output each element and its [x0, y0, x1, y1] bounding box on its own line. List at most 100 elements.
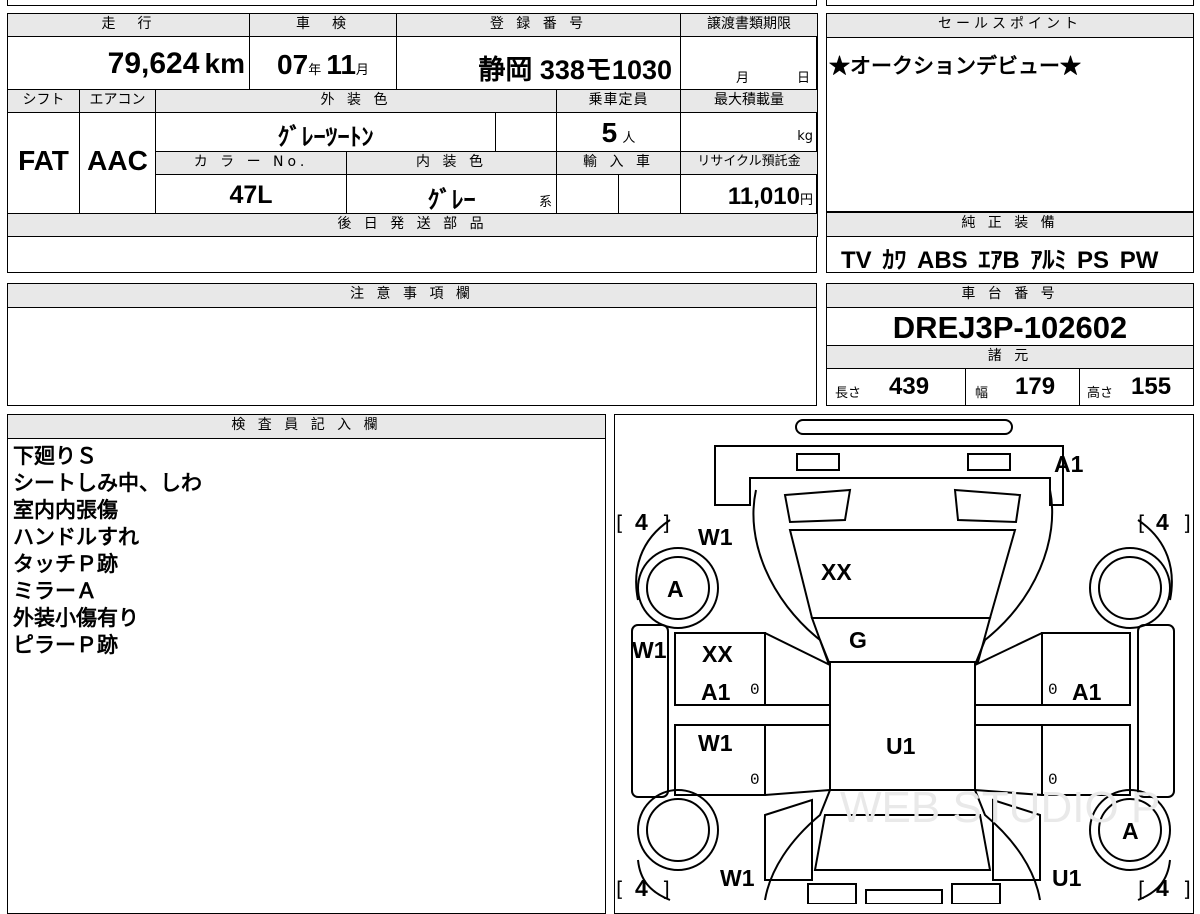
mark-rear-left: W1: [720, 865, 755, 891]
recycle-value: 11,010: [727, 183, 800, 210]
mark-rear-bumper: A1: [1054, 451, 1084, 477]
inspector-label: 検 査 員 記 入 欄: [8, 415, 605, 439]
shift-label: シフト: [7, 89, 80, 113]
chassis-label: 車 台 番 号: [827, 284, 1193, 308]
mark-left-front-door-1: XX: [702, 641, 733, 667]
wheel-front-left-outer: [637, 789, 719, 871]
import-cell-2: [618, 174, 681, 214]
ac-label: エアコン: [79, 89, 156, 113]
watermark: WEB STUDIO P: [840, 783, 1160, 832]
capacity-cell: 5 人: [556, 112, 681, 152]
mark-tire-front-right: 4: [1156, 875, 1169, 901]
rear-glass-right: [953, 488, 1022, 524]
exterior-color-extra: [495, 112, 557, 152]
car-diagram-box: WEB STUDIO P A1 4 4 4 4 A A W1 XX G W1 X…: [614, 414, 1194, 914]
color-no-label: カ ラ ー No.: [155, 151, 347, 175]
mark-left-fender: W1: [632, 637, 667, 663]
inspector-line: ピラーＰ跡: [13, 633, 118, 657]
interior-color-suffix: 系: [538, 195, 552, 210]
left-door-link-2: [764, 789, 831, 796]
notes-label: 注 意 事 項 欄: [8, 284, 816, 308]
transfer-day-unit: 日: [797, 71, 811, 86]
windshield: [810, 617, 992, 663]
inspection-year-unit: 年: [308, 63, 322, 78]
mark-left-rear-door: W1: [698, 730, 733, 756]
mark-zero-right-2: 0: [1048, 771, 1058, 789]
front-bumper-left: [807, 883, 857, 904]
bracket-open-rl: [: [616, 511, 624, 535]
mark-wheel-front-right: A: [1122, 818, 1139, 844]
chassis-value: DREJ3P-102602: [892, 310, 1128, 345]
registration-label: 登 録 番 号: [396, 13, 681, 37]
mark-zero-left-2: 0: [750, 771, 760, 789]
bracket-open-fr: [: [1138, 877, 1146, 901]
exterior-color-cell: ｸﾞﾚｰﾂｰﾄﾝ: [155, 112, 496, 152]
bracket-close-rl: ]: [662, 511, 670, 535]
transfer-month-unit: 月: [736, 71, 750, 86]
mileage-unit: km: [204, 48, 245, 79]
inspector-line: シートしみ中、しわ: [13, 471, 202, 495]
wheel-rear-right-inner: [1098, 556, 1162, 620]
shift-cell: FAT: [7, 112, 80, 214]
mark-tire-front-left: 4: [635, 875, 648, 901]
interior-color-label: 内 装 色: [346, 151, 557, 175]
front-bumper-center: [865, 889, 943, 904]
genuine-equipment-items: TV ｶﾜ ABS ｴｱB ｱﾙﾐ PS PW: [841, 247, 1159, 274]
genuine-equipment-label: 純 正 装 備: [827, 213, 1193, 237]
inspector-line: ハンドルすれ: [13, 525, 139, 549]
length-label: 長さ: [835, 386, 862, 401]
front-left-wedge: [764, 798, 813, 881]
inspection-month: 11: [326, 49, 356, 80]
bracket-close-rr: ]: [1183, 511, 1191, 535]
right-skirt: [1137, 624, 1175, 798]
exterior-color-label: 外 装 色: [155, 89, 557, 113]
recycle-cell: 11,010円: [680, 174, 818, 214]
inspector-box: 検 査 員 記 入 欄 下廻りＳ シートしみ中、しわ 室内内張傷 ハンドルすれ …: [7, 414, 606, 914]
sales-point-label: セールスポイント: [827, 14, 1193, 38]
mark-tire-rear-right: 4: [1156, 509, 1169, 535]
interior-color-cell: ｸﾞﾚｰ 系: [346, 174, 557, 214]
transfer-cell: 月 日: [680, 36, 818, 90]
max-load-cell: kg: [680, 112, 818, 152]
registration-value: 静岡 338モ1030: [478, 55, 672, 85]
bracket-open-rr: [: [1138, 511, 1146, 535]
mark-tire-rear-left: 4: [635, 509, 648, 535]
transfer-label: 譲渡書類期限: [680, 13, 818, 37]
mark-hood-side-left: W1: [698, 524, 733, 550]
bracket-open-fl: [: [616, 877, 624, 901]
sales-point-box: セールスポイント ★オークションデビュー★: [826, 13, 1194, 212]
car-diagram: WEB STUDIO P A1 4 4 4 4 A A W1 XX G W1 X…: [616, 419, 1191, 904]
top-strip-right: [826, 0, 1194, 6]
wheel-rear-right-outer: [1089, 547, 1171, 629]
ac-value: AAC: [87, 145, 148, 176]
inspector-line: 室内内張傷: [13, 498, 118, 522]
sales-point-text: ★オークションデビュー★: [829, 55, 1081, 78]
mark-hood: XX: [821, 559, 852, 585]
mark-right-front-door: A1: [1072, 679, 1102, 705]
max-load-label: 最大積載量: [680, 89, 818, 113]
width-label: 幅: [975, 386, 989, 401]
import-label: 輸 入 車: [556, 151, 681, 175]
rear-glass-left: [783, 488, 852, 524]
inspection-year: 07: [277, 49, 309, 80]
height-label: 高さ: [1087, 386, 1114, 401]
mark-zero-left-1: 0: [750, 681, 760, 699]
rear-bumper-bar: [795, 419, 1013, 435]
bracket-close-fr: ]: [1183, 877, 1191, 901]
genuine-equipment-box: 純 正 装 備 TV ｶﾜ ABS ｴｱB ｱﾙﾐ PS PW: [826, 212, 1194, 274]
inspector-line: 下廻りＳ: [13, 444, 97, 468]
shift-value: FAT: [18, 145, 69, 176]
mark-left-front-door-2: A1: [701, 679, 731, 705]
inspection-cell: 07年 11月: [249, 36, 397, 90]
length-value: 439: [889, 373, 930, 400]
capacity-label: 乗車定員: [556, 89, 681, 113]
import-cell-1: [556, 174, 619, 214]
mark-wheel-rear-left: A: [667, 576, 684, 602]
mark-roof: G: [849, 627, 867, 653]
mileage-label: 走 行: [7, 13, 250, 37]
height-value: 155: [1131, 373, 1172, 400]
length-cell: 長さ 439: [827, 368, 966, 406]
mark-zero-right-1: 0: [1048, 681, 1058, 699]
recycle-label: リサイクル預託金: [680, 151, 818, 175]
wheel-front-left-inner: [646, 798, 710, 862]
